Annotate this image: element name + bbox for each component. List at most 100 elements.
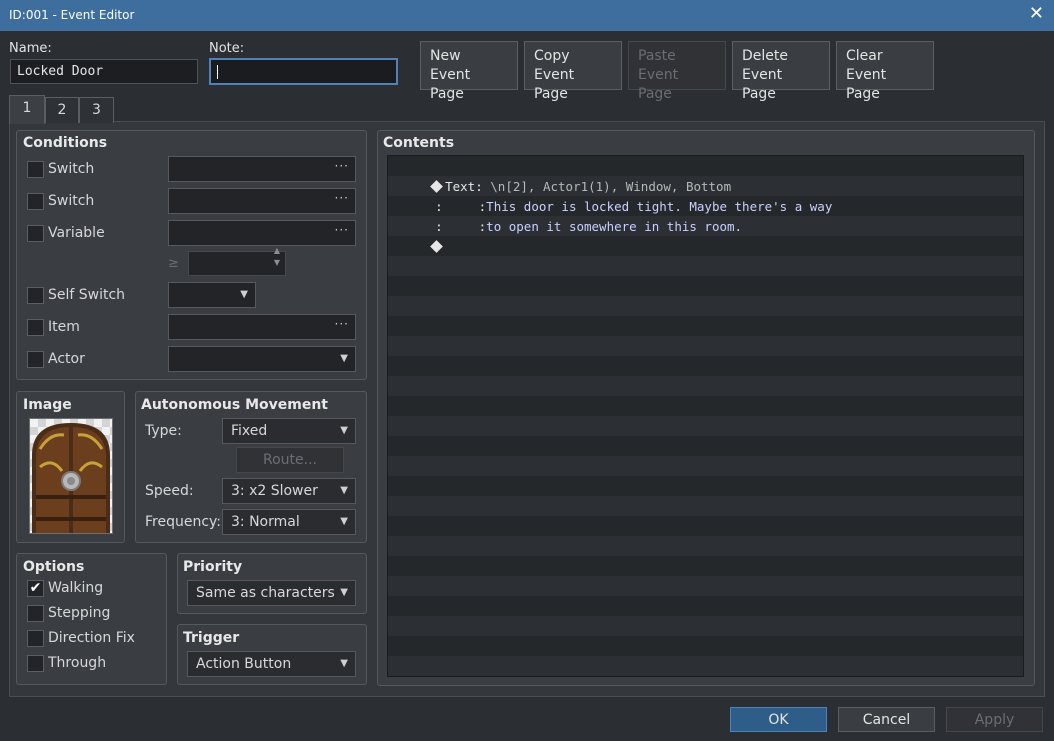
priority-dropdown[interactable]: Same as characters ▼ xyxy=(187,580,356,606)
item-label: Item xyxy=(48,319,80,335)
walking-checkbox[interactable]: ✔ xyxy=(27,580,44,597)
route-button[interactable]: Route... xyxy=(236,447,344,473)
event-command-list[interactable]: Text: \n[2], Actor1(1), Window, Bottom :… xyxy=(387,155,1024,677)
message-text-line: to open it somewhere in this room. xyxy=(486,219,743,234)
actor-label: Actor xyxy=(48,351,85,367)
door-image xyxy=(32,423,110,533)
type-label: Type: xyxy=(145,423,182,439)
image-title: Image xyxy=(23,397,72,413)
speed-value: 3: x2 Slower xyxy=(231,483,318,499)
priority-title: Priority xyxy=(183,559,243,575)
chevron-down-icon: ▼ xyxy=(340,485,348,496)
switch2-label: Switch xyxy=(48,193,95,209)
self-switch-label: Self Switch xyxy=(48,287,126,303)
ellipsis-icon: ··· xyxy=(334,191,349,205)
chevron-down-icon: ▼ xyxy=(340,425,348,436)
text-caret xyxy=(217,64,218,79)
button-line1: Delete xyxy=(742,48,788,64)
contents-title: Contents xyxy=(383,135,455,151)
chevron-down-icon: ▼ xyxy=(340,516,348,527)
button-line2: Event Page xyxy=(846,67,887,102)
switch2-checkbox[interactable] xyxy=(27,193,44,210)
ellipsis-icon: ··· xyxy=(334,223,349,237)
frequency-label: Frequency: xyxy=(145,514,222,530)
window-title: ID:001 - Event Editor xyxy=(9,8,135,22)
name-label: Name: xyxy=(9,41,52,56)
note-input[interactable] xyxy=(209,58,398,85)
switch1-picker[interactable]: ··· xyxy=(168,156,356,182)
item-checkbox[interactable] xyxy=(27,319,44,336)
new-event-page-button[interactable]: New Event Page xyxy=(420,41,518,102)
chevron-down-icon: ▼ xyxy=(340,658,348,669)
apply-button[interactable]: Apply xyxy=(946,707,1043,732)
direction-fix-label: Direction Fix xyxy=(48,630,135,646)
actor-dropdown[interactable]: ▼ xyxy=(168,346,356,372)
movement-type-dropdown[interactable]: Fixed ▼ xyxy=(222,418,356,444)
stepping-label: Stepping xyxy=(48,605,111,621)
actor-checkbox[interactable] xyxy=(27,351,44,368)
ellipsis-icon: ··· xyxy=(334,317,349,331)
copy-event-page-button[interactable]: Copy Event Page xyxy=(524,41,622,102)
button-line1: Paste xyxy=(638,48,676,64)
chevron-down-icon: ▼ xyxy=(240,289,248,300)
button-line2: Event Page xyxy=(638,67,679,102)
switch1-label: Switch xyxy=(48,161,95,177)
tab-page-3[interactable]: 3 xyxy=(79,97,114,123)
tab-page-1[interactable]: 1 xyxy=(9,95,45,124)
switch1-checkbox[interactable] xyxy=(27,161,44,178)
variable-picker[interactable]: ··· xyxy=(168,220,356,246)
frequency-dropdown[interactable]: 3: Normal ▼ xyxy=(222,509,356,535)
cancel-button[interactable]: Cancel xyxy=(838,707,935,732)
variable-value-stepper[interactable]: ▲ ▼ xyxy=(188,246,286,276)
chevron-down-icon: ▼ xyxy=(340,353,348,364)
delete-event-page-button[interactable]: Delete Event Page xyxy=(732,41,830,102)
title-bar: ID:001 - Event Editor ✕ xyxy=(0,0,1054,31)
greater-equal-symbol: ≥ xyxy=(168,256,179,271)
ok-button[interactable]: OK xyxy=(730,707,827,732)
variable-checkbox[interactable] xyxy=(27,225,44,242)
switch2-picker[interactable]: ··· xyxy=(168,188,356,214)
walking-label: Walking xyxy=(48,580,104,596)
command-row[interactable]: ::This door is locked tight. Maybe there… xyxy=(405,177,832,214)
button-line2: Event Page xyxy=(534,67,575,102)
clear-event-page-button[interactable]: Clear Event Page xyxy=(836,41,934,102)
button-line1: New xyxy=(430,48,461,64)
priority-value: Same as characters xyxy=(196,585,335,601)
ellipsis-icon: ··· xyxy=(334,159,349,173)
door-graphic-icon[interactable] xyxy=(29,418,113,534)
item-picker[interactable]: ··· xyxy=(168,314,356,340)
variable-label: Variable xyxy=(48,225,105,241)
speed-label: Speed: xyxy=(145,483,194,499)
trigger-title: Trigger xyxy=(183,630,240,646)
conditions-title: Conditions xyxy=(23,135,108,151)
note-label: Note: xyxy=(209,41,245,56)
options-title: Options xyxy=(23,559,85,575)
through-checkbox[interactable] xyxy=(27,655,44,672)
command-row-empty[interactable] xyxy=(402,217,445,253)
movement-title: Autonomous Movement xyxy=(141,397,328,413)
through-label: Through xyxy=(48,655,107,671)
trigger-dropdown[interactable]: Action Button ▼ xyxy=(187,651,356,677)
chevron-down-icon: ▼ xyxy=(340,587,348,598)
command-row[interactable]: Text: \n[2], Actor1(1), Window, Bottom xyxy=(402,157,731,194)
frequency-value: 3: Normal xyxy=(231,514,300,530)
direction-fix-checkbox[interactable] xyxy=(27,630,44,647)
button-line2: Event Page xyxy=(430,67,471,102)
speed-dropdown[interactable]: 3: x2 Slower ▼ xyxy=(222,478,356,504)
checkmark-icon: ✔ xyxy=(29,580,42,596)
button-line1: Copy xyxy=(534,48,570,64)
command-diamond-icon xyxy=(430,240,443,253)
name-input[interactable]: Locked Door xyxy=(10,59,198,84)
command-row[interactable]: ::to open it somewhere in this room. xyxy=(405,197,742,234)
tab-page-2[interactable]: 2 xyxy=(45,97,79,123)
paste-event-page-button[interactable]: Paste Event Page xyxy=(628,41,726,102)
self-switch-checkbox[interactable] xyxy=(27,287,44,304)
close-icon[interactable]: ✕ xyxy=(1029,4,1044,24)
movement-type-value: Fixed xyxy=(231,423,268,439)
stepper-down-icon[interactable]: ▼ xyxy=(274,258,280,268)
trigger-value: Action Button xyxy=(196,656,292,672)
stepper-up-icon[interactable]: ▲ xyxy=(274,246,280,256)
stepping-checkbox[interactable] xyxy=(27,605,44,622)
self-switch-dropdown[interactable]: ▼ xyxy=(168,282,256,308)
button-line1: Clear xyxy=(846,48,883,64)
